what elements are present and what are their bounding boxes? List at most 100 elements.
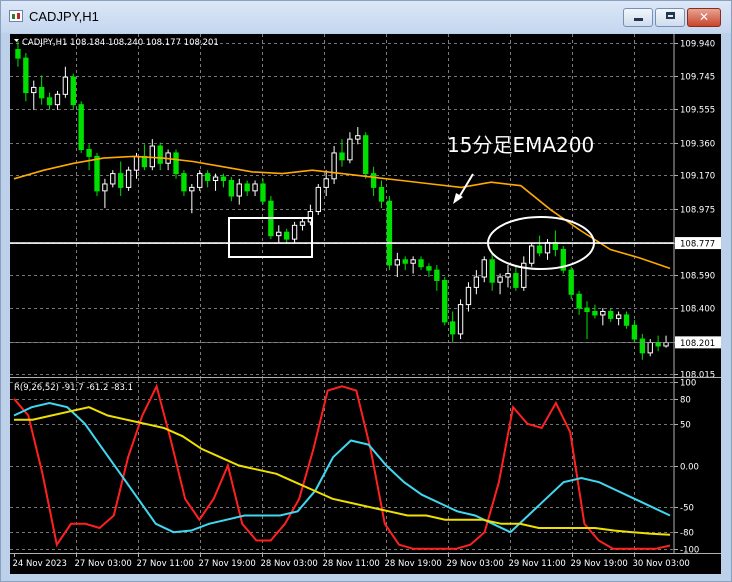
candle-body	[544, 242, 551, 254]
candle-body	[260, 183, 266, 202]
candle-body	[323, 178, 329, 188]
candle-body	[568, 269, 574, 295]
time-label: 27 Nov 03:00	[75, 559, 132, 569]
candle-body	[78, 104, 84, 150]
candle-body	[497, 276, 503, 283]
candle-body	[426, 266, 432, 271]
chart-icon	[9, 10, 23, 22]
rci-mid-line	[13, 401, 671, 534]
candle-body	[639, 338, 646, 354]
candle-body	[212, 176, 219, 182]
time-axis: 24 Nov 2023 27 Nov 03:00 27 Nov 11:00 27 No…	[13, 553, 690, 569]
indicator-label: 0.00	[680, 463, 699, 473]
candles	[15, 40, 669, 360]
candle-body	[434, 269, 440, 281]
terminal-window: CADJPY,H1 ✕ 15分足EMA200 109.940 109.745 109…	[0, 0, 732, 582]
candle-body	[529, 245, 535, 264]
price-label: 109.555	[680, 106, 715, 116]
time-label: 28 Nov 19:00	[385, 559, 442, 569]
candle-body	[236, 183, 242, 197]
candle-body	[70, 76, 76, 106]
candle-body	[410, 259, 416, 264]
hline-price-label: 108.777	[680, 240, 715, 250]
indicator-label: 50	[680, 421, 691, 431]
candle-body	[394, 259, 400, 266]
time-label: 29 Nov 19:00	[571, 559, 628, 569]
main-header: CADJPY,H1 108.184 108.240 108.177 108.20…	[22, 38, 219, 48]
candle-body	[647, 342, 653, 354]
candle-body	[157, 145, 163, 164]
candle-body	[513, 273, 519, 288]
indicator-header: R(9,26,52) -91.7 -61.2 -83.1	[14, 383, 133, 393]
indicator-lines	[13, 383, 671, 550]
time-label: 28 Nov 11:00	[323, 559, 380, 569]
close-button[interactable]: ✕	[687, 8, 721, 27]
candle-body	[133, 155, 140, 171]
candle-body	[141, 155, 148, 168]
price-label: 108.590	[680, 272, 715, 282]
candle-body	[615, 314, 622, 319]
candle-body	[299, 221, 306, 226]
candle-body	[363, 135, 369, 175]
chart-area[interactable]: 15分足EMA200 109.940 109.745 109.555 109.360 1…	[10, 34, 721, 574]
candle-body	[189, 186, 195, 192]
indicator-label: -80	[680, 529, 694, 539]
minimize-button[interactable]	[623, 8, 653, 27]
candle-body	[46, 97, 53, 106]
candle-body	[54, 93, 61, 106]
candle-body	[663, 342, 669, 347]
candle-body	[15, 49, 21, 59]
candle-body	[418, 259, 424, 268]
candle-body	[473, 276, 480, 288]
price-label: 109.940	[680, 40, 715, 50]
time-label: 24 Nov 2023	[13, 559, 67, 569]
candle-body	[378, 186, 385, 202]
candle-body	[291, 224, 298, 240]
candle-body	[102, 183, 108, 192]
candle-body	[86, 148, 92, 157]
candle-body	[655, 342, 661, 347]
price-label: 109.170	[680, 172, 715, 182]
candle-body	[244, 183, 250, 192]
candle-body	[631, 324, 638, 340]
time-label: 29 Nov 03:00	[447, 559, 504, 569]
maximize-button[interactable]	[655, 8, 685, 27]
candle-body	[536, 245, 543, 254]
main-price-axis: 109.940 109.745 109.555 109.360 109.170 108.9…	[10, 34, 721, 381]
candle-body	[608, 311, 614, 319]
indicator-label: 100	[680, 379, 696, 389]
candle-body	[276, 231, 282, 237]
candle-body	[228, 180, 235, 197]
time-label: 30 Nov 03:00	[633, 559, 690, 569]
time-label: 27 Nov 19:00	[199, 559, 256, 569]
candle-body	[94, 155, 100, 192]
candle-body	[284, 231, 290, 240]
candle-body	[252, 183, 258, 192]
candle-body	[220, 176, 227, 182]
candle-body	[576, 293, 582, 309]
price-label: 108.400	[680, 305, 715, 315]
candle-body	[339, 152, 345, 161]
rci-short-line	[13, 383, 671, 550]
candle-body	[355, 135, 361, 140]
candle-body	[110, 173, 116, 185]
candle-body	[118, 173, 124, 188]
title-bar[interactable]: CADJPY,H1 ✕	[1, 1, 731, 33]
candle-body	[600, 311, 606, 316]
candle-body	[331, 152, 337, 180]
candle-body	[204, 173, 211, 182]
candle-body	[347, 138, 353, 161]
candle-body	[23, 57, 29, 94]
minimize-icon	[633, 18, 643, 21]
candle-body	[584, 307, 590, 313]
grid	[10, 34, 674, 377]
candle-body	[457, 304, 464, 335]
candle-body	[442, 279, 448, 323]
candle-body	[370, 173, 377, 188]
candle-body	[125, 169, 132, 188]
candle-body	[592, 311, 598, 316]
price-chart-svg[interactable]: 15分足EMA200 109.940109.745109.555109.3601…	[10, 34, 721, 574]
candle-body	[173, 152, 179, 175]
candle-body	[386, 200, 393, 266]
time-label: 28 Nov 03:00	[261, 559, 318, 569]
